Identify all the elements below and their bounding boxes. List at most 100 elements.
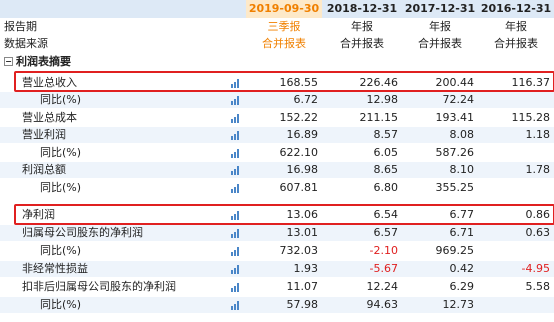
data-source-label: 数据来源	[4, 37, 48, 50]
table-row[interactable]: 同比(%) 6.72 12.98 72.24	[0, 92, 554, 108]
row-value-col-4	[478, 92, 550, 108]
row-value-col-1: 622.10	[279, 146, 319, 159]
row-value-col-3: 587.26	[435, 146, 475, 159]
table-row[interactable]: 营业利润 16.89 8.57 8.08 1.18	[0, 127, 554, 143]
section-header[interactable]: − 利润表摘要	[0, 54, 554, 70]
row-value-col-2: 12.24	[366, 280, 399, 293]
data-source-4: 合并报表	[494, 37, 538, 50]
table-row[interactable]: 非经常性损益 1.93 -5.67 0.42 -4.95	[0, 261, 554, 277]
row-value-col-4: -4.95	[521, 262, 550, 275]
row-value-col-3: 12.73	[442, 298, 475, 311]
table-row[interactable]: 同比(%) 607.81 6.80 355.25	[0, 180, 554, 196]
row-value-col-4: 115.28	[511, 111, 551, 124]
row-value-col-3: 969.25	[435, 244, 475, 257]
bar-chart-icon[interactable]	[231, 184, 240, 193]
row-value-col-2: 94.63	[366, 298, 399, 311]
row-label: 营业总成本	[22, 111, 77, 124]
row-value-col-4: 1.18	[525, 128, 551, 141]
bar-chart-icon[interactable]	[231, 247, 240, 256]
row-value-col-2: 8.57	[373, 128, 399, 141]
row-value-col-1: 16.98	[286, 163, 319, 176]
row-value-col-1: 11.07	[286, 280, 319, 293]
bar-chart-icon[interactable]	[231, 114, 240, 123]
row-value-col-2: 8.65	[373, 163, 399, 176]
date-col-4[interactable]: 2016-12-31	[478, 1, 554, 17]
row-value-col-2: 6.80	[373, 181, 399, 194]
table-row[interactable]: 同比(%) 622.10 6.05 587.26	[0, 145, 554, 161]
data-source-1: 合并报表	[262, 37, 306, 50]
row-label: 同比(%)	[40, 244, 82, 257]
row-value-col-2: -2.10	[369, 244, 398, 257]
data-source-row: 数据来源 合并报表 合并报表 合并报表 合并报表	[0, 36, 554, 52]
highlight-box-net-profit	[14, 204, 554, 225]
collapse-minus-icon[interactable]: −	[4, 57, 13, 66]
row-value-col-3: 355.25	[435, 181, 475, 194]
report-type-2: 年报	[351, 20, 373, 33]
table-row[interactable]: 扣非后归属母公司股东的净利润 11.07 12.24 6.29 5.58	[0, 279, 554, 295]
row-value-col-2: 211.15	[359, 111, 399, 124]
table-row[interactable]: 利润总额 16.98 8.65 8.10 1.78	[0, 162, 554, 178]
bar-chart-icon[interactable]	[231, 265, 240, 274]
report-period-label: 报告期	[4, 20, 37, 33]
date-col-2[interactable]: 2018-12-31	[322, 1, 402, 17]
row-value-col-3: 8.08	[449, 128, 475, 141]
bar-chart-icon[interactable]	[231, 131, 240, 140]
data-source-3: 合并报表	[418, 37, 462, 50]
row-label: 归属母公司股东的净利润	[22, 226, 143, 239]
table-row[interactable]: 归属母公司股东的净利润 13.01 6.57 6.71 0.63	[0, 225, 554, 241]
row-value-col-1: 732.03	[279, 244, 319, 257]
row-value-col-3: 193.41	[435, 111, 475, 124]
date-header-row: 2019-09-30 2018-12-31 2017-12-31 2016-12…	[0, 1, 554, 17]
row-value-col-3: 8.10	[449, 163, 475, 176]
row-value-col-1: 152.22	[279, 111, 319, 124]
row-label: 同比(%)	[40, 181, 82, 194]
row-value-col-1: 1.93	[293, 262, 319, 275]
row-value-col-1: 607.81	[279, 181, 319, 194]
bar-chart-icon[interactable]	[231, 229, 240, 238]
section-title: − 利润表摘要	[4, 54, 71, 70]
data-source-2: 合并报表	[340, 37, 384, 50]
row-value-col-4: 1.78	[525, 163, 551, 176]
report-type-1: 三季报	[267, 20, 301, 33]
row-value-col-3: 6.29	[449, 280, 475, 293]
bar-chart-icon[interactable]	[231, 166, 240, 175]
bar-chart-icon[interactable]	[231, 301, 240, 310]
date-col-3[interactable]: 2017-12-31	[402, 1, 478, 17]
report-type-3: 年报	[429, 20, 451, 33]
bar-chart-icon[interactable]	[231, 149, 240, 158]
table-row[interactable]: 同比(%) 732.03 -2.10 969.25	[0, 243, 554, 259]
row-value-col-4	[478, 243, 550, 259]
date-col-1[interactable]: 2019-09-30	[246, 1, 322, 17]
row-value-col-1: 6.72	[293, 93, 319, 106]
row-value-col-4	[478, 145, 550, 161]
row-value-col-1: 16.89	[286, 128, 319, 141]
row-value-col-3: 0.42	[449, 262, 475, 275]
row-value-col-1: 57.98	[286, 298, 319, 311]
section-label: 利润表摘要	[16, 55, 71, 68]
row-label: 营业利润	[22, 128, 66, 141]
row-label: 非经常性损益	[22, 262, 88, 275]
bar-chart-icon[interactable]	[231, 283, 240, 292]
row-label: 同比(%)	[40, 93, 82, 106]
highlight-box-revenue	[14, 71, 554, 92]
row-value-col-2: 12.98	[366, 93, 399, 106]
row-value-col-2: 6.05	[373, 146, 399, 159]
bar-chart-icon[interactable]	[231, 96, 240, 105]
report-type-4: 年报	[505, 20, 527, 33]
table-row[interactable]: 同比(%) 57.98 94.63 12.73	[0, 297, 554, 313]
row-value-col-1: 13.01	[286, 226, 319, 239]
row-value-col-3: 6.71	[449, 226, 475, 239]
row-value-col-4: 0.63	[525, 226, 551, 239]
row-label: 扣非后归属母公司股东的净利润	[22, 280, 176, 293]
row-label: 利润总额	[22, 163, 66, 176]
row-value-col-2: 6.57	[373, 226, 399, 239]
row-label: 同比(%)	[40, 146, 82, 159]
row-value-col-4	[478, 297, 550, 313]
table-row[interactable]: 营业总成本 152.22 211.15 193.41 115.28	[0, 110, 554, 126]
row-value-col-2: -5.67	[369, 262, 398, 275]
row-value-col-4: 5.58	[525, 280, 551, 293]
row-value-col-4	[478, 180, 550, 196]
row-label: 同比(%)	[40, 298, 82, 311]
row-value-col-3: 72.24	[442, 93, 475, 106]
report-period-row: 报告期 三季报 年报 年报 年报	[0, 19, 554, 35]
